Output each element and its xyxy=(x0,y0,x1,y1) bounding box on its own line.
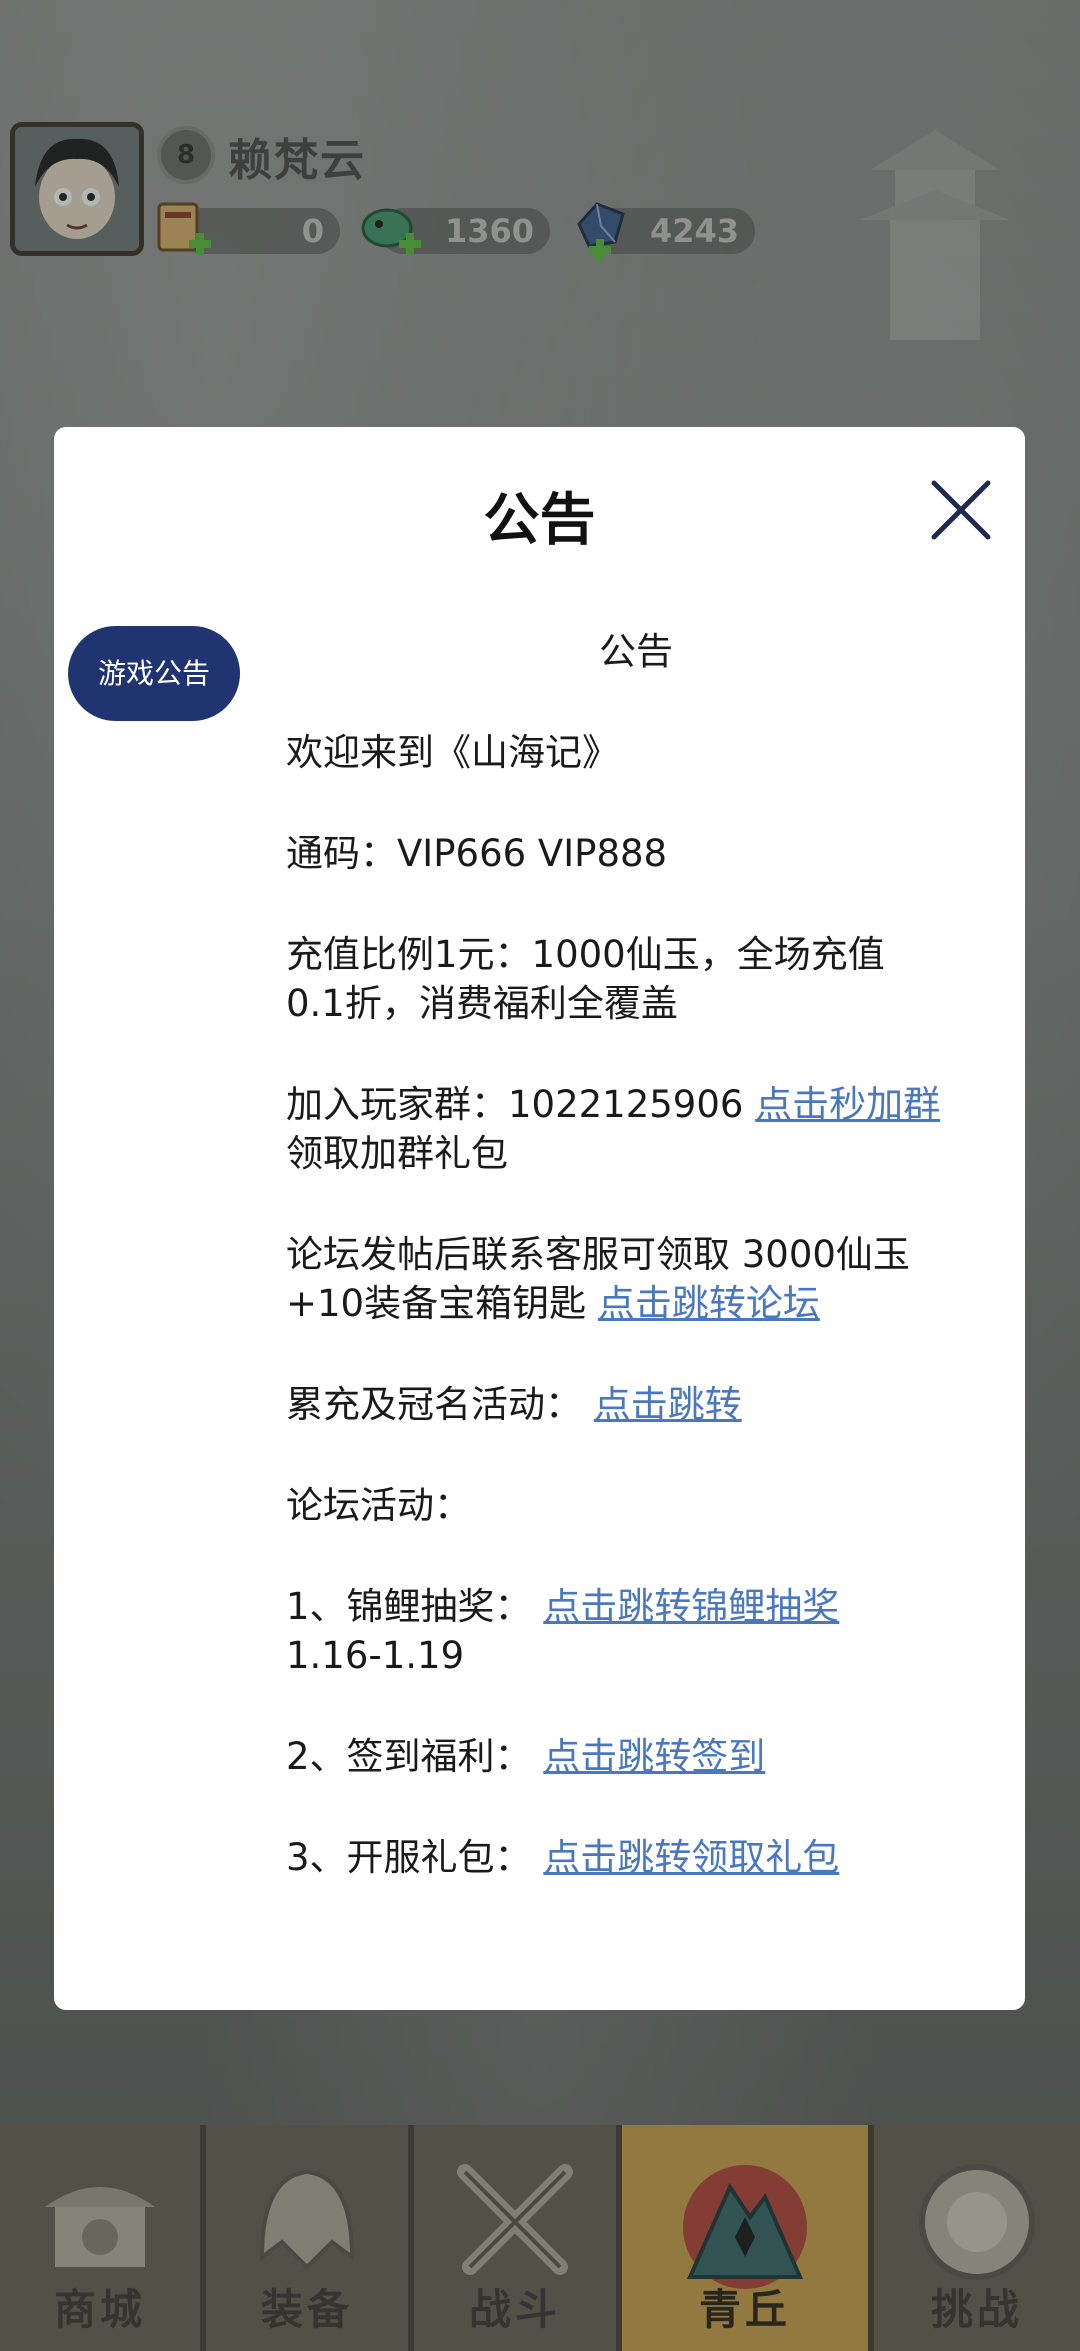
accum-text: 累充及冠名活动： xyxy=(286,1383,582,1426)
recharge-text-2: 0.1折，消费福利全覆盖 xyxy=(286,982,678,1025)
lottery-link[interactable]: 点击跳转锦鲤抽奖 xyxy=(543,1585,839,1628)
welcome-text: 欢迎来到《山海记》 xyxy=(286,731,619,774)
launch-gift-link[interactable]: 点击跳转领取礼包 xyxy=(543,1836,839,1879)
close-icon[interactable] xyxy=(930,479,992,541)
group-gift-text: 领取加群礼包 xyxy=(286,1132,508,1175)
lottery-date: 1.16-1.19 xyxy=(286,1634,465,1677)
dialog-title: 公告 xyxy=(483,488,596,553)
announcement-content: 公告 欢迎来到《山海记》 通码：VIP666 VIP888 充值比例1元：100… xyxy=(286,627,986,1934)
forum-text-1: 论坛发帖后联系客服可领取 3000仙玉 xyxy=(286,1233,910,1276)
announcement-dialog: 公告 游戏公告 公告 欢迎来到《山海记》 通码：VIP666 VIP888 充值… xyxy=(54,427,1025,2010)
forum-link[interactable]: 点击跳转论坛 xyxy=(598,1282,820,1325)
forum-text-2: +10装备宝箱钥匙 xyxy=(286,1282,598,1325)
signin-text: 2、签到福利： xyxy=(286,1735,532,1778)
launch-gift-text: 3、开服礼包： xyxy=(286,1836,532,1879)
lottery-text: 1、锦鲤抽奖： xyxy=(286,1585,532,1628)
content-heading: 公告 xyxy=(599,630,673,673)
tab-game-announcement[interactable]: 游戏公告 xyxy=(68,626,240,721)
join-group-link[interactable]: 点击秒加群 xyxy=(755,1083,940,1126)
signin-link[interactable]: 点击跳转签到 xyxy=(543,1735,765,1778)
recharge-text-1: 充值比例1元：1000仙玉，全场充值 xyxy=(286,933,885,976)
forum-activity-text: 论坛活动： xyxy=(286,1484,471,1527)
codes-text: 通码：VIP666 VIP888 xyxy=(286,832,668,875)
accum-link[interactable]: 点击跳转 xyxy=(594,1383,742,1426)
group-text: 加入玩家群：1022125906 xyxy=(286,1083,756,1126)
